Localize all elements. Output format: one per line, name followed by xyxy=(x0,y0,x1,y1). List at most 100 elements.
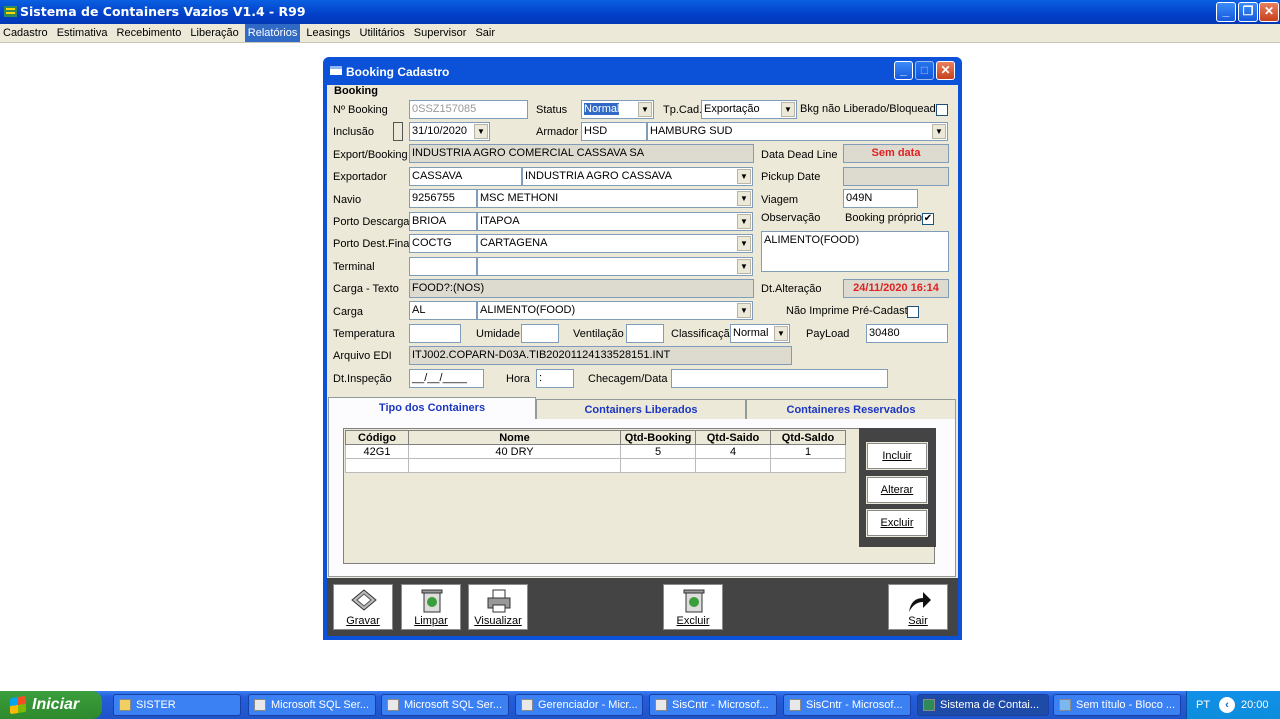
taskbar-item-sistema[interactable]: Sistema de Contai... xyxy=(917,694,1049,716)
exportador-select[interactable]: INDUSTRIA AGRO CASSAVA ▼ xyxy=(522,167,753,186)
taskbar-item-bloco[interactable]: Sem título - Bloco ... xyxy=(1053,694,1181,716)
payload-field[interactable]: 30480 xyxy=(866,324,948,343)
temperatura-field[interactable] xyxy=(409,324,461,343)
dialog-close-button[interactable]: ✕ xyxy=(936,61,955,80)
containers-grid: Código Nome Qtd-Booking Qtd-Saido Qtd-Sa… xyxy=(345,430,846,473)
start-button[interactable]: Iniciar xyxy=(0,691,102,719)
cell-codigo[interactable]: 42G1 xyxy=(345,444,409,459)
porto-dest-code-field[interactable]: COCTG xyxy=(409,234,477,253)
dt-inspecao-field[interactable]: __/__/____ xyxy=(409,369,484,388)
disk-icon xyxy=(351,589,377,611)
excluir-item-button[interactable]: Excluir xyxy=(866,509,928,537)
visualizar-button[interactable]: Visualizar xyxy=(468,584,528,630)
menu-relatorios[interactable]: Relatórios xyxy=(244,24,301,42)
navio-code-field[interactable]: 9256755 xyxy=(409,189,477,208)
sql-icon xyxy=(387,699,399,711)
carga-select[interactable]: ALIMENTO(FOOD) ▼ xyxy=(477,301,753,320)
col-codigo: Código xyxy=(345,430,409,445)
taskbar-item-siscntr-2[interactable]: SisCntr - Microsof... xyxy=(783,694,911,716)
col-qtd-saido: Qtd-Saido xyxy=(695,430,771,445)
chevron-down-icon: ▼ xyxy=(737,303,751,318)
menu-cadastro[interactable]: Cadastro xyxy=(0,24,51,42)
dialog-minimize-button[interactable]: _ xyxy=(894,61,913,80)
booking-number-field[interactable]: 0SSZ157085 xyxy=(409,100,528,119)
restore-button[interactable]: ❐ xyxy=(1238,2,1258,22)
excluir-button[interactable]: Excluir xyxy=(663,584,723,630)
navio-select[interactable]: MSC METHONI ▼ xyxy=(477,189,753,208)
status-select[interactable]: Normal ▼ xyxy=(581,100,654,119)
app-icon xyxy=(789,699,801,711)
bkg-bloqueado-checkbox[interactable] xyxy=(936,104,948,116)
table-row[interactable] xyxy=(345,458,846,473)
menu-liberacao[interactable]: Liberação xyxy=(187,24,241,42)
tab-containers-liberados[interactable]: Containers Liberados xyxy=(536,399,746,419)
menu-supervisor[interactable]: Supervisor xyxy=(411,24,470,42)
terminal-select[interactable]: ▼ xyxy=(477,257,753,276)
status-label: Status xyxy=(536,104,568,116)
edi-label: Arquivo EDI xyxy=(333,350,392,362)
cell-qtd-saldo[interactable]: 1 xyxy=(770,444,846,459)
checagem-field[interactable] xyxy=(671,369,888,388)
incluir-button[interactable]: Incluir xyxy=(866,442,928,470)
edi-field[interactable]: ITJ002.COPARN-D03A.TIB20201124133528151.… xyxy=(409,346,792,365)
alterar-button[interactable]: Alterar xyxy=(866,476,928,504)
table-row[interactable]: 42G1 40 DRY 5 4 1 xyxy=(345,444,846,459)
hora-label: Hora xyxy=(506,373,530,385)
carga-texto-field[interactable]: FOOD?:(NOS) xyxy=(409,279,754,298)
taskbar-item-sql-2[interactable]: Microsoft SQL Ser... xyxy=(381,694,509,716)
close-button[interactable]: ✕ xyxy=(1259,2,1279,22)
cell-qtd-saido[interactable]: 4 xyxy=(695,444,771,459)
porto-descarga-label: Porto Descarga xyxy=(333,216,410,228)
ventilacao-field[interactable] xyxy=(626,324,664,343)
exportador-code-field[interactable]: CASSAVA xyxy=(409,167,522,186)
chevron-down-icon: ▼ xyxy=(737,169,751,184)
navio-label: Navio xyxy=(333,194,362,206)
menu-leasings[interactable]: Leasings xyxy=(303,24,353,42)
pickup-label: Pickup Date xyxy=(761,171,821,183)
classificacao-label: Classificação xyxy=(671,328,736,340)
export-booking-field[interactable]: INDUSTRIA AGRO COMERCIAL CASSAVA SA xyxy=(409,144,754,163)
umidade-field[interactable] xyxy=(521,324,559,343)
sql-icon xyxy=(254,699,266,711)
armador-label: Armador xyxy=(536,126,579,138)
limpar-button[interactable]: Limpar xyxy=(401,584,461,630)
taskbar-item-sister[interactable]: SISTER xyxy=(113,694,241,716)
hora-field[interactable]: : xyxy=(536,369,574,388)
armador-select[interactable]: HAMBURG SUD ▼ xyxy=(647,122,948,141)
app-icon xyxy=(923,699,935,711)
classificacao-select[interactable]: Normal ▼ xyxy=(730,324,790,343)
taskbar-item-siscntr-1[interactable]: SisCntr - Microsof... xyxy=(649,694,777,716)
tab-containeres-reservados[interactable]: Containeres Reservados xyxy=(746,399,956,419)
terminal-code-field[interactable] xyxy=(409,257,477,276)
armador-code-field[interactable]: HSD xyxy=(581,122,647,141)
deadline-label: Data Dead Line xyxy=(761,149,838,161)
gravar-button[interactable]: Gravar xyxy=(333,584,393,630)
porto-descarga-code-field[interactable]: BRIOA xyxy=(409,212,477,231)
porto-descarga-select[interactable]: ITAPOA ▼ xyxy=(477,212,753,231)
language-indicator[interactable]: PT xyxy=(1196,699,1210,711)
pickup-date-field[interactable] xyxy=(843,167,949,186)
observacao-textarea[interactable]: ALIMENTO(FOOD) xyxy=(761,231,949,272)
tab-tipo-containers[interactable]: Tipo dos Containers xyxy=(328,397,536,419)
inclusao-label: Inclusão xyxy=(333,126,374,138)
inclusao-date-picker[interactable]: 31/10/2020 ▼ xyxy=(409,122,490,141)
nao-imprime-checkbox[interactable] xyxy=(907,306,919,318)
menu-sair[interactable]: Sair xyxy=(472,24,498,42)
booking-proprio-checkbox[interactable]: ✔ xyxy=(922,213,934,225)
viagem-field[interactable]: 049N xyxy=(843,189,918,208)
porto-dest-select[interactable]: CARTAGENA ▼ xyxy=(477,234,753,253)
menu-utilitarios[interactable]: Utilitários xyxy=(357,24,408,42)
dialog-title-bar: Booking Cadastro _ □ ✕ xyxy=(323,57,962,85)
dialog-maximize-button[interactable]: □ xyxy=(915,61,934,80)
tpcad-select[interactable]: Exportação ▼ xyxy=(701,100,797,119)
minimize-button[interactable]: _ xyxy=(1216,2,1236,22)
chevron-left-icon[interactable]: ‹ xyxy=(1219,697,1235,713)
cell-qtd-booking[interactable]: 5 xyxy=(620,444,696,459)
sair-button[interactable]: Sair xyxy=(888,584,948,630)
carga-code-field[interactable]: AL xyxy=(409,301,477,320)
taskbar-item-sql-1[interactable]: Microsoft SQL Ser... xyxy=(248,694,376,716)
taskbar-item-gerenciador[interactable]: Gerenciador - Micr... xyxy=(515,694,643,716)
menu-estimativa[interactable]: Estimativa xyxy=(54,24,111,42)
menu-recebimento[interactable]: Recebimento xyxy=(114,24,185,42)
cell-nome[interactable]: 40 DRY xyxy=(408,444,621,459)
